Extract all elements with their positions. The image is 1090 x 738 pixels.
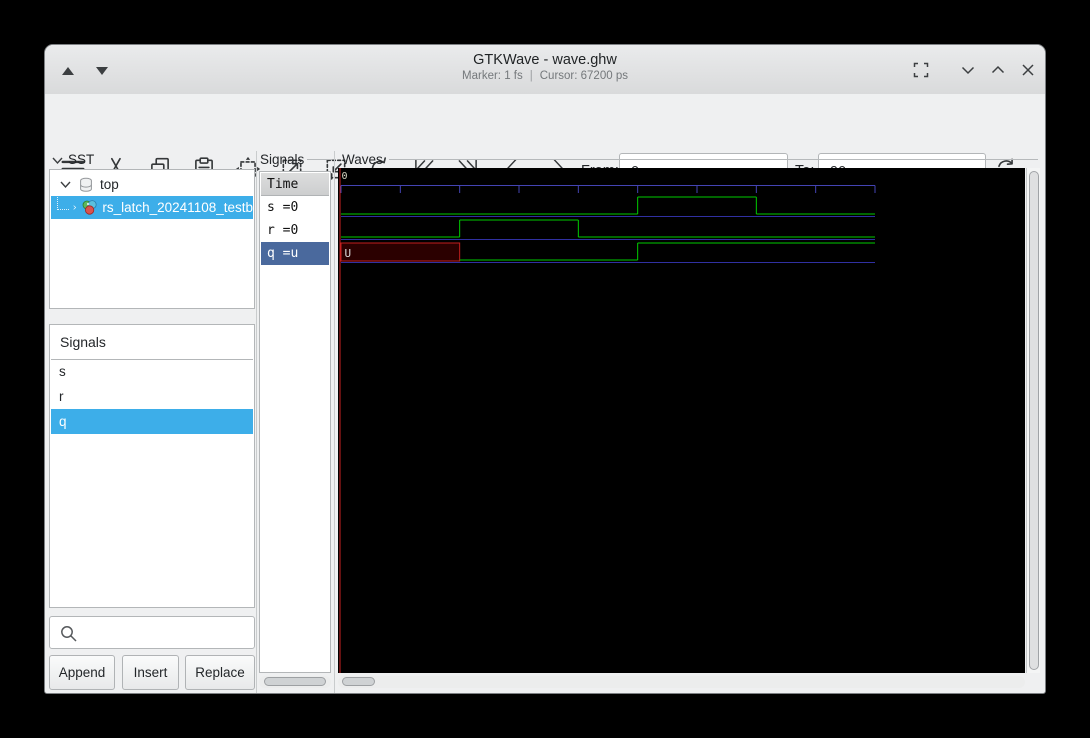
- fit-window-icon: [913, 62, 929, 78]
- svg-text:U: U: [345, 247, 352, 260]
- signals-panel-label: Signals: [260, 152, 305, 167]
- close-button[interactable]: [1018, 60, 1038, 80]
- window-title: GTKWave - wave.ghw: [473, 52, 617, 68]
- signal-names-box: Time s =0 r =0 q =u: [259, 171, 331, 673]
- signal-row-r[interactable]: r =0: [261, 219, 329, 242]
- insert-button[interactable]: Insert: [122, 655, 179, 690]
- tree-item-label: top: [100, 177, 119, 192]
- replace-button[interactable]: Replace: [185, 655, 255, 690]
- signal-list-item-q[interactable]: q: [51, 409, 253, 434]
- database-icon: [80, 177, 92, 192]
- tree-item-testbench[interactable]: rs_latch_20241108_testb: [51, 196, 253, 219]
- frame-line: [307, 159, 332, 160]
- splitter-left[interactable]: [256, 151, 257, 693]
- waves-vscrollbar-thumb[interactable]: [1029, 171, 1039, 670]
- waves-hscrollbar-track[interactable]: [338, 676, 1025, 688]
- titlebar-text: GTKWave - wave.ghw Marker: 1 fs | Cursor: …: [45, 45, 1045, 82]
- splitter-right[interactable]: [334, 151, 335, 693]
- module-icon: [82, 200, 97, 215]
- waveform-canvas[interactable]: 0U: [338, 168, 1025, 673]
- tree-item-label: rs_latch_20241108_testb: [102, 200, 253, 215]
- chevron-down-icon: [961, 66, 975, 75]
- names-hscrollbar-thumb[interactable]: [264, 677, 326, 686]
- tree-item-top[interactable]: top: [51, 173, 253, 196]
- search-icon: [61, 626, 77, 642]
- window-status: Marker: 1 fs | Cursor: 67200 ps: [45, 70, 1045, 82]
- signal-row-q[interactable]: q =u: [261, 242, 329, 265]
- svg-text:0: 0: [342, 171, 348, 182]
- minimize-button[interactable]: [958, 60, 978, 80]
- waves-hscrollbar-thumb[interactable]: [342, 677, 375, 686]
- waves-vscrollbar-track[interactable]: [1026, 168, 1040, 673]
- gtkwave-window: GTKWave - wave.ghw Marker: 1 fs | Cursor: …: [44, 44, 1046, 694]
- expander-closed-icon[interactable]: [72, 201, 77, 214]
- signal-list-item-s[interactable]: s: [51, 359, 253, 384]
- signal-row-s[interactable]: s =0: [261, 196, 329, 219]
- fit-window-button[interactable]: [911, 60, 931, 80]
- status-separator: |: [529, 70, 533, 82]
- sst-header: SST: [68, 152, 95, 167]
- frame-line: [389, 159, 1038, 160]
- expander-open-icon[interactable]: [59, 178, 72, 191]
- append-button[interactable]: Append: [49, 655, 115, 690]
- signal-list-item-r[interactable]: r: [51, 384, 253, 409]
- titlebar[interactable]: GTKWave - wave.ghw Marker: 1 fs | Cursor: …: [45, 45, 1045, 95]
- wave-display[interactable]: 0U: [338, 168, 1025, 673]
- time-header[interactable]: Time: [261, 173, 329, 196]
- tree-guide-lines: [57, 197, 69, 210]
- search-input[interactable]: [80, 619, 252, 647]
- waves-label: Waves: [342, 152, 383, 167]
- maximize-button[interactable]: [988, 60, 1008, 80]
- cursor-status: Cursor: 67200 ps: [539, 70, 628, 82]
- sst-tree: top rs_latch_20241108_testb: [49, 169, 255, 309]
- signal-search[interactable]: [49, 616, 255, 649]
- signals-list-header: Signals: [51, 326, 253, 360]
- chevron-up-icon: [991, 65, 1005, 74]
- signals-list-panel: Signals s r q: [49, 324, 255, 608]
- marker-status: Marker: 1 fs: [462, 70, 523, 82]
- toolbar: From: To:: [45, 94, 1045, 190]
- close-icon: [1022, 64, 1034, 76]
- sst-collapse-icon[interactable]: [51, 154, 64, 167]
